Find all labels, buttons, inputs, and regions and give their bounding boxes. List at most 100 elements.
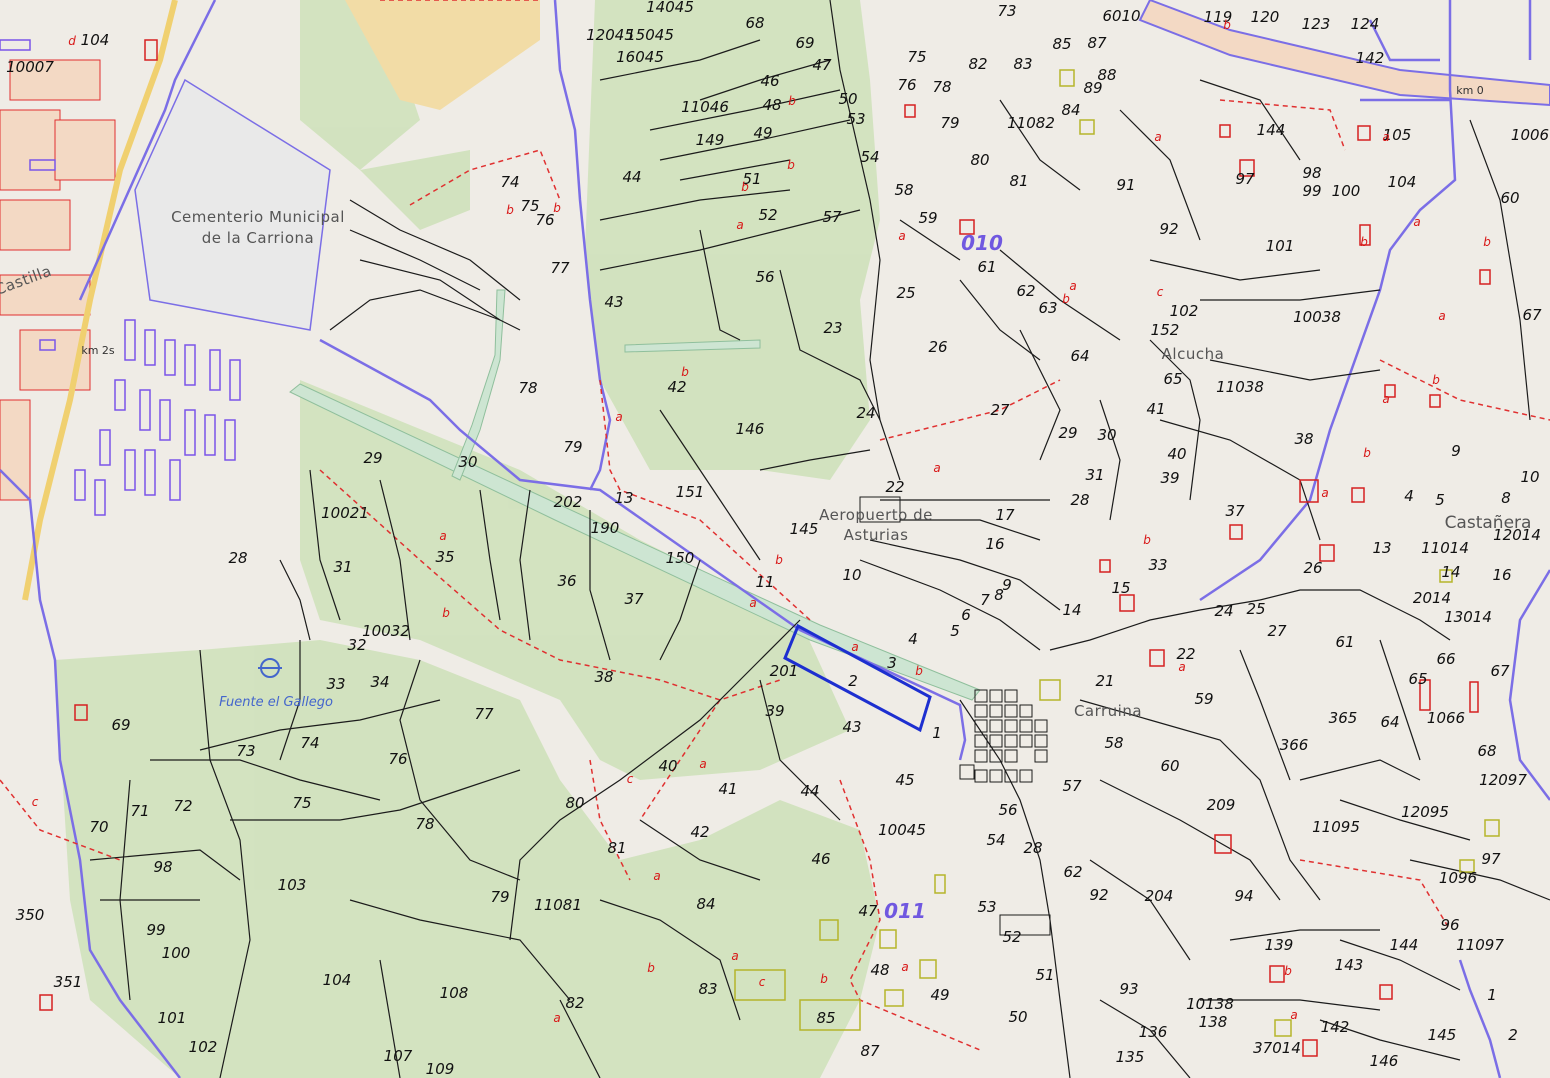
parcel-label[interactable]: 48 [762, 96, 781, 114]
parcel-label[interactable]: 92 [1159, 220, 1178, 238]
parcel-label[interactable]: 11014 [1421, 539, 1469, 557]
parcel-label[interactable]: 11082 [1007, 114, 1055, 132]
parcel-label[interactable]: 145 [1428, 1026, 1457, 1044]
parcel-label[interactable]: 30 [458, 453, 477, 471]
parcel-label[interactable]: 104 [323, 971, 352, 989]
parcel-label[interactable]: 9 [1451, 442, 1461, 460]
parcel-label[interactable]: 14045 [646, 0, 694, 16]
parcel-label[interactable]: 138 [1199, 1013, 1228, 1031]
parcel-label[interactable]: 101 [158, 1009, 187, 1027]
parcel-label[interactable]: 1006 [1511, 126, 1549, 144]
parcel-label[interactable]: 78 [415, 815, 434, 833]
parcel-label[interactable]: 31 [333, 558, 352, 576]
parcel-label[interactable]: 50 [1008, 1008, 1027, 1026]
parcel-label[interactable]: 81 [607, 839, 626, 857]
parcel-label[interactable]: 10032 [362, 622, 410, 640]
parcel-label[interactable]: 40 [658, 757, 677, 775]
parcel-label[interactable]: 42 [690, 823, 709, 841]
parcel-label[interactable]: 60 [1160, 757, 1179, 775]
parcel-label[interactable]: 49 [930, 986, 949, 1004]
parcel-label[interactable]: 70 [89, 818, 108, 836]
parcel-label[interactable]: 10045 [878, 821, 926, 839]
parcel-label[interactable]: 85 [1052, 35, 1071, 53]
parcel-label[interactable]: 98 [153, 858, 172, 876]
parcel-label[interactable]: 67 [1522, 306, 1542, 324]
parcel-label[interactable]: 67 [1490, 662, 1510, 680]
parcel-label[interactable]: 14 [1441, 563, 1460, 581]
parcel-label[interactable]: 33 [326, 675, 345, 693]
parcel-label[interactable]: 190 [591, 519, 620, 537]
parcel-label[interactable]: 10 [1520, 468, 1539, 486]
parcel-label[interactable]: 61 [1335, 633, 1354, 651]
parcel-label[interactable]: 139 [1265, 936, 1294, 954]
parcel-label[interactable]: 65 [1408, 670, 1427, 688]
parcel-label[interactable]: 73 [997, 2, 1016, 20]
map-canvas[interactable]: 10410007d1404512045150451604568694647110… [0, 0, 1550, 1078]
selected-parcel-label[interactable]: 2 [848, 672, 858, 690]
parcel-label[interactable]: 11081 [534, 896, 582, 914]
parcel-label[interactable]: 84 [1061, 101, 1080, 119]
parcel-label[interactable]: d [68, 34, 76, 48]
parcel-label[interactable]: 28 [1070, 491, 1089, 509]
parcel-label[interactable]: 12095 [1401, 803, 1449, 821]
parcel-label[interactable]: 52 [1002, 928, 1021, 946]
parcel-label[interactable]: 10007 [6, 58, 54, 76]
parcel-label[interactable]: 98 [1302, 164, 1321, 182]
parcel-label[interactable]: 1 [1487, 986, 1497, 1004]
parcel-label[interactable]: 27 [1267, 622, 1287, 640]
parcel-label[interactable]: 108 [440, 984, 469, 1002]
parcel-label[interactable]: 87 [860, 1042, 880, 1060]
parcel-label[interactable]: 41 [1146, 400, 1165, 418]
parcel-label[interactable]: 202 [554, 493, 583, 511]
parcel-label[interactable]: 38 [1294, 430, 1313, 448]
parcel-label[interactable]: 10038 [1293, 308, 1341, 326]
parcel-label[interactable]: 54 [860, 148, 879, 166]
parcel-label[interactable]: 142 [1321, 1018, 1350, 1036]
parcel-label[interactable]: 209 [1207, 796, 1236, 814]
parcel-label[interactable]: 100 [162, 944, 191, 962]
cadastral-map[interactable]: 104 10007 d 14045 12045 15045 16045 68 69 46 47 110… [0, 0, 1550, 1078]
parcel-label[interactable]: 14 [1062, 601, 1081, 619]
parcel-label[interactable]: 89 [1083, 79, 1102, 97]
parcel-label[interactable]: 52 [758, 206, 777, 224]
parcel-label[interactable]: 62 [1063, 863, 1082, 881]
parcel-label[interactable]: 37014 [1253, 1039, 1301, 1057]
parcel-label[interactable]: 76 [388, 750, 407, 768]
parcel-label[interactable]: 351 [54, 973, 83, 991]
parcel-label[interactable]: 71 [130, 802, 149, 820]
parcel-label[interactable]: 45 [895, 771, 914, 789]
parcel-label[interactable]: 43 [604, 293, 623, 311]
parcel-label[interactable]: 16 [985, 535, 1004, 553]
parcel-label[interactable]: 28 [1023, 839, 1042, 857]
parcel-label[interactable]: 47 [858, 902, 878, 920]
parcel-label[interactable]: 69 [111, 716, 130, 734]
parcel-label[interactable]: 10 [842, 566, 861, 584]
parcel-label[interactable]: 42 [667, 378, 686, 396]
parcel-label[interactable]: 7 [980, 591, 990, 609]
parcel-label[interactable]: 27 [990, 401, 1010, 419]
parcel-label[interactable]: 10138 [1186, 995, 1234, 1013]
parcel-label[interactable]: 54 [986, 831, 1005, 849]
parcel-label[interactable]: 46 [760, 72, 779, 90]
parcel-label[interactable]: 79 [563, 438, 582, 456]
parcel-label[interactable]: 41 [718, 780, 737, 798]
parcel-label[interactable]: 56 [998, 801, 1017, 819]
parcel-label[interactable]: 77 [474, 705, 494, 723]
parcel-label[interactable]: 104 [1388, 173, 1417, 191]
parcel-label[interactable]: 1096 [1439, 869, 1477, 887]
parcel-label[interactable]: 123 [1302, 15, 1331, 33]
parcel-label[interactable]: 50 [838, 90, 857, 108]
parcel-label[interactable]: 79 [490, 888, 509, 906]
parcel-label[interactable]: 68 [745, 14, 764, 32]
parcel-label[interactable]: 5 [1435, 491, 1445, 509]
parcel-label[interactable]: 75 [907, 48, 926, 66]
parcel-label[interactable]: 13 [1372, 539, 1391, 557]
parcel-label[interactable]: 85 [816, 1009, 835, 1027]
parcel-label[interactable]: 11038 [1216, 378, 1264, 396]
parcel-label[interactable]: 43 [842, 718, 861, 736]
parcel-label[interactable]: 150 [666, 549, 695, 567]
parcel-label[interactable]: 11 [755, 573, 774, 591]
parcel-label[interactable]: 37 [624, 590, 644, 608]
parcel-label[interactable]: 104 [81, 31, 110, 49]
parcel-label[interactable]: 26 [928, 338, 947, 356]
